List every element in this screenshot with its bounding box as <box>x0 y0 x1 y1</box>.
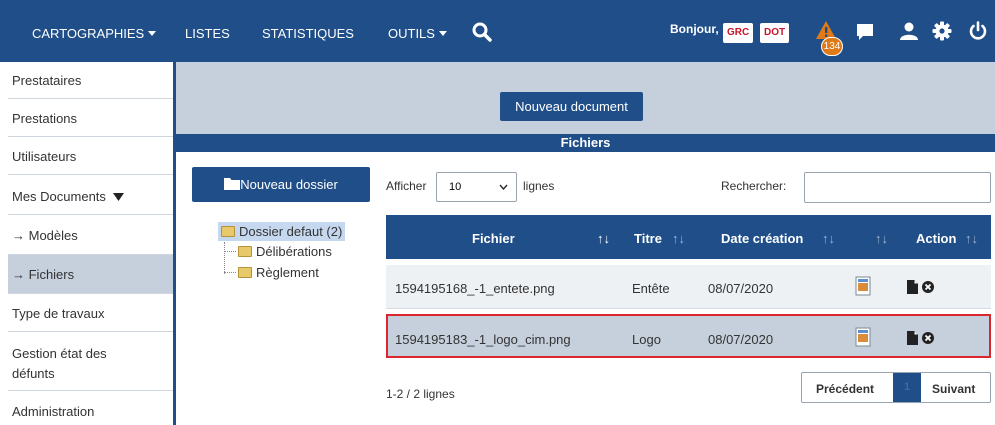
sort-icon[interactable]: ↑↓ <box>672 231 685 246</box>
sidebar-item-administration[interactable]: Administration <box>8 391 173 425</box>
delete-icon[interactable] <box>921 330 935 346</box>
sidebar-item-fichiers[interactable]: → Fichiers <box>8 255 173 294</box>
sidebar-item-prestataires[interactable]: Prestataires <box>8 62 173 99</box>
page-size-select[interactable]: 10 <box>436 172 517 202</box>
caret-down-icon <box>112 193 124 201</box>
pager-previous-button[interactable]: Précédent <box>816 382 874 396</box>
table-header: Fichier ↑↓ Titre ↑↓ Date création ↑↓ ↑↓ … <box>386 215 991 259</box>
chevron-down-icon <box>438 31 447 36</box>
gear-icon[interactable] <box>932 21 952 41</box>
cell-date: 08/07/2020 <box>708 281 774 296</box>
tree-node-deliberations[interactable]: Délibérations <box>238 244 332 259</box>
show-label: Afficher <box>386 179 427 193</box>
tree-node-label: Dossier defaut (2) <box>239 224 343 239</box>
files-section-title: Fichiers <box>176 134 995 152</box>
search-icon[interactable] <box>472 22 492 42</box>
search-label: Rechercher: <box>721 179 787 193</box>
table-row[interactable]: 1594195183_-1_logo_cim.png Logo 08/07/20… <box>386 314 991 358</box>
search-input[interactable] <box>804 172 991 203</box>
sidebar-item-type-de-travaux[interactable]: Type de travaux <box>8 294 173 332</box>
folder-icon <box>221 226 235 237</box>
tree-connector <box>224 251 236 252</box>
sidebar-item-utilisateurs[interactable]: Utilisateurs <box>8 137 173 175</box>
cell-titre: Entête <box>632 281 670 296</box>
sort-icon[interactable]: ↑↓ <box>965 231 978 246</box>
top-navbar: CARTOGRAPHIES LISTES STATISTIQUES OUTILS… <box>0 0 995 62</box>
menu-listes[interactable]: LISTES <box>185 26 230 41</box>
menu-outils[interactable]: OUTILS <box>388 26 447 41</box>
col-fichier[interactable]: Fichier <box>472 231 515 246</box>
cell-fichier: 1594195168_-1_entete.png <box>395 281 555 296</box>
sidebar: Prestataires Prestations Utilisateurs Me… <box>8 62 176 425</box>
folder-icon <box>238 267 252 278</box>
greeting-text: Bonjour, <box>670 22 719 36</box>
sidebar-item-modeles[interactable]: → Modèles <box>8 215 173 255</box>
power-icon[interactable] <box>968 21 988 41</box>
badge-dot[interactable]: DOT <box>760 23 790 43</box>
pagination: Précédent 1 Suivant <box>801 372 991 403</box>
sidebar-item-gestion-etat-defunts[interactable]: Gestion état des défunts <box>8 332 173 391</box>
tree-connector <box>224 272 236 273</box>
table-row[interactable]: 1594195168_-1_entete.png Entête 08/07/20… <box>386 265 991 309</box>
col-date-creation[interactable]: Date création <box>721 231 803 246</box>
tree-node-root[interactable]: Dossier defaut (2) <box>218 222 346 241</box>
tree-node-reglement[interactable]: Règlement <box>238 265 319 280</box>
sidebar-item-label: Gestion état des <box>12 346 107 361</box>
folder-icon <box>238 246 252 257</box>
folder-tree: Dossier defaut (2) Délibérations Règleme… <box>218 222 346 280</box>
cell-fichier: 1594195183_-1_logo_cim.png <box>395 332 571 347</box>
chat-icon[interactable] <box>855 22 875 42</box>
chevron-down-icon <box>148 31 157 36</box>
user-icon[interactable] <box>899 21 919 41</box>
cell-titre: Logo <box>632 332 661 347</box>
pager-page-1[interactable]: 1 <box>893 373 921 402</box>
col-action[interactable]: Action <box>916 231 956 246</box>
page-size-value: 10 <box>449 181 462 193</box>
folder-icon <box>224 178 241 190</box>
new-folder-button[interactable]: Nouveau dossier <box>192 167 370 202</box>
delete-icon[interactable] <box>921 279 935 295</box>
rows-label: lignes <box>523 179 555 193</box>
image-file-icon[interactable] <box>855 276 871 296</box>
sort-icon[interactable]: ↑↓ <box>822 231 835 246</box>
menu-cartographies[interactable]: CARTOGRAPHIES <box>32 26 157 41</box>
menu-statistiques[interactable]: STATISTIQUES <box>262 26 354 41</box>
new-document-button[interactable]: Nouveau document <box>500 92 643 121</box>
menu-outils-label: OUTILS <box>388 26 435 41</box>
tree-connector <box>224 242 225 274</box>
sort-icon[interactable]: ↑↓ <box>875 231 888 246</box>
sort-icon[interactable]: ↑↓ <box>597 231 610 246</box>
sidebar-item-mes-documents[interactable]: Mes Documents <box>8 175 173 215</box>
chevron-down-icon <box>499 184 508 190</box>
table-info: 1-2 / 2 lignes <box>386 387 455 401</box>
sidebar-item-prestations[interactable]: Prestations <box>8 99 173 137</box>
new-folder-label: Nouveau dossier <box>240 177 338 192</box>
image-file-icon[interactable] <box>855 327 871 347</box>
sidebar-item-label: Mes Documents <box>12 189 106 204</box>
tree-node-label: Règlement <box>256 265 319 280</box>
sidebar-item-label: défunts <box>12 366 55 381</box>
menu-cartographies-label: CARTOGRAPHIES <box>32 26 145 41</box>
cell-date: 08/07/2020 <box>708 332 774 347</box>
badge-grc[interactable]: GRC <box>723 23 754 43</box>
col-titre[interactable]: Titre <box>634 231 662 246</box>
pager-next-button[interactable]: Suivant <box>932 382 975 396</box>
tree-node-label: Délibérations <box>256 244 332 259</box>
alert-count-badge: 134 <box>821 37 843 56</box>
